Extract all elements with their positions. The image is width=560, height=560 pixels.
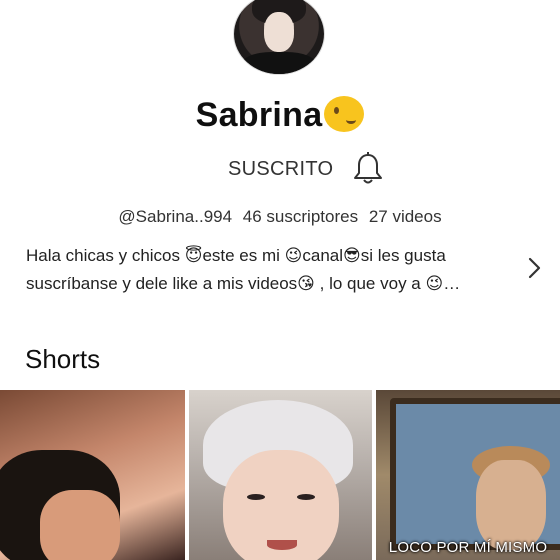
thumbnail-image-face: [40, 490, 120, 560]
short-thumbnail[interactable]: LOCO POR MÍ MISMO: [376, 390, 560, 560]
short-thumbnail[interactable]: [0, 390, 185, 560]
bell-icon[interactable]: [352, 152, 384, 186]
channel-name: Sabrina: [0, 96, 560, 135]
channel-avatar[interactable]: [234, 0, 324, 74]
chevron-right-icon[interactable]: [524, 254, 544, 282]
thumbnail-eye: [297, 494, 315, 500]
subscribe-row: SUSCRITO: [0, 152, 560, 188]
video-count: 27 videos: [368, 207, 442, 226]
subscribed-button[interactable]: SUSCRITO: [222, 156, 339, 183]
thumbnail-mouth: [267, 540, 297, 550]
channel-name-text: Sabrina: [195, 96, 323, 134]
channel-handle: @Sabrina..994: [118, 207, 233, 226]
winking-face-emoji-icon: [324, 96, 365, 132]
shorts-section-title: Shorts: [25, 344, 101, 374]
description-line-1: Hala chicas y chicos 😇este es mi 😉canal😎…: [26, 246, 446, 265]
short-thumbnail[interactable]: [189, 390, 372, 560]
channel-meta: @Sabrina..994 46 suscriptores 27 videos: [0, 207, 560, 227]
short-caption: LOCO POR MÍ MISMO: [388, 539, 548, 556]
avatar-shirt: [242, 52, 316, 74]
description-line-2: suscríbanse y dele like a mis videos😘 , …: [26, 274, 461, 293]
avatar-face: [264, 12, 294, 52]
thumbnail-image-face: [476, 460, 546, 550]
channel-description[interactable]: Hala chicas y chicos 😇este es mi 😉canal😎…: [26, 242, 514, 298]
subscriber-count: 46 suscriptores: [242, 207, 359, 226]
thumbnail-eye: [247, 494, 265, 500]
